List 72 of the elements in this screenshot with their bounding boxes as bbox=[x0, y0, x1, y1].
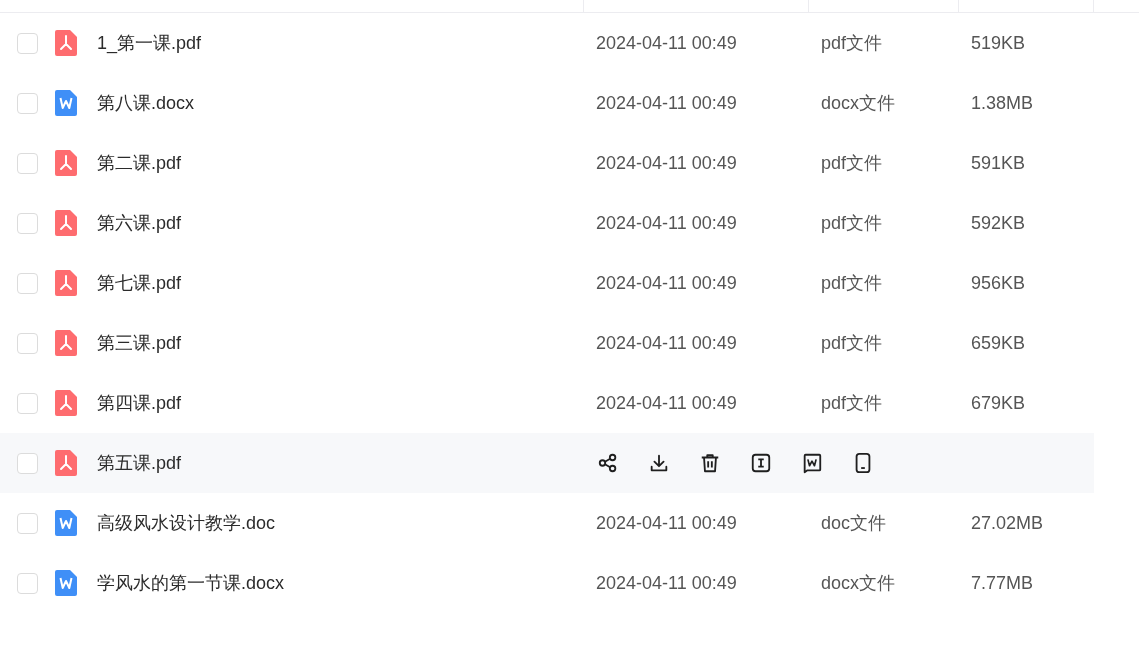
pdf-file-icon bbox=[55, 210, 77, 236]
file-name[interactable]: 第七课.pdf bbox=[97, 271, 182, 295]
type-cell: pdf文件 bbox=[821, 153, 883, 173]
file-row[interactable]: 第五课.pdf bbox=[0, 433, 1094, 493]
size-cell: 592KB bbox=[971, 212, 1026, 233]
file-name[interactable]: 第四课.pdf bbox=[97, 391, 182, 415]
file-name[interactable]: 第五课.pdf bbox=[97, 451, 182, 475]
file-row[interactable]: 第八课.docx 2024-04-11 00:49 docx文件 1.38MB bbox=[0, 73, 1094, 133]
pdf-file-icon bbox=[55, 330, 77, 356]
download-icon[interactable] bbox=[648, 452, 670, 474]
checkbox[interactable] bbox=[17, 212, 38, 234]
file-row[interactable]: 第二课.pdf 2024-04-11 00:49 pdf文件 591KB bbox=[0, 133, 1094, 193]
text-box-icon[interactable] bbox=[750, 452, 772, 474]
date-cell: 2024-04-11 00:49 bbox=[596, 272, 737, 293]
pdf-file-icon bbox=[55, 270, 77, 296]
pdf-file-icon bbox=[55, 30, 77, 56]
file-name[interactable]: 学风水的第一节课.docx bbox=[97, 571, 285, 595]
checkbox[interactable] bbox=[17, 572, 38, 594]
file-row[interactable]: 第四课.pdf 2024-04-11 00:49 pdf文件 679KB bbox=[0, 373, 1094, 433]
share-icon[interactable] bbox=[597, 452, 619, 474]
checkbox[interactable] bbox=[17, 452, 38, 474]
type-cell: pdf文件 bbox=[821, 213, 883, 233]
size-cell: 679KB bbox=[971, 392, 1026, 413]
date-cell: 2024-04-11 00:49 bbox=[596, 212, 737, 233]
date-cell: 2024-04-11 00:49 bbox=[596, 572, 737, 593]
type-cell: pdf文件 bbox=[821, 33, 883, 53]
size-cell: 956KB bbox=[971, 272, 1026, 293]
word-file-icon bbox=[55, 570, 77, 596]
checkbox[interactable] bbox=[17, 92, 38, 114]
checkbox[interactable] bbox=[17, 272, 38, 294]
pdf-file-icon bbox=[55, 390, 77, 416]
file-row[interactable]: 第六课.pdf 2024-04-11 00:49 pdf文件 592KB bbox=[0, 193, 1094, 253]
file-row[interactable]: 1_第一课.pdf 2024-04-11 00:49 pdf文件 519KB bbox=[0, 13, 1094, 73]
file-row[interactable]: 第三课.pdf 2024-04-11 00:49 pdf文件 659KB bbox=[0, 313, 1094, 373]
word-file-icon bbox=[55, 510, 77, 536]
date-cell: 2024-04-11 00:49 bbox=[596, 392, 737, 413]
size-cell: 1.38MB bbox=[971, 92, 1034, 113]
file-name[interactable]: 第二课.pdf bbox=[97, 151, 182, 175]
type-cell: pdf文件 bbox=[821, 273, 883, 293]
checkbox[interactable] bbox=[17, 32, 38, 54]
date-cell: 2024-04-11 00:49 bbox=[596, 512, 737, 533]
checkbox[interactable] bbox=[17, 392, 38, 414]
size-cell: 27.02MB bbox=[971, 512, 1044, 533]
size-cell: 519KB bbox=[971, 32, 1026, 53]
file-row[interactable]: 第七课.pdf 2024-04-11 00:49 pdf文件 956KB bbox=[0, 253, 1094, 313]
checkbox[interactable] bbox=[17, 152, 38, 174]
word-file-icon bbox=[55, 90, 77, 116]
checkbox[interactable] bbox=[17, 512, 38, 534]
type-cell: docx文件 bbox=[821, 93, 896, 113]
size-cell: 591KB bbox=[971, 152, 1026, 173]
delete-icon[interactable] bbox=[699, 452, 721, 474]
type-cell: pdf文件 bbox=[821, 333, 883, 353]
pdf-file-icon bbox=[55, 450, 77, 476]
type-cell: docx文件 bbox=[821, 573, 896, 593]
file-name[interactable]: 1_第一课.pdf bbox=[97, 31, 202, 55]
date-cell: 2024-04-11 00:49 bbox=[596, 152, 737, 173]
date-cell: 2024-04-11 00:49 bbox=[596, 332, 737, 353]
file-name[interactable]: 第三课.pdf bbox=[97, 331, 182, 355]
date-cell: 2024-04-11 00:49 bbox=[596, 32, 737, 53]
type-cell: doc文件 bbox=[821, 513, 887, 533]
file-name[interactable]: 第六课.pdf bbox=[97, 211, 182, 235]
checkbox[interactable] bbox=[17, 332, 38, 354]
date-cell: 2024-04-11 00:49 bbox=[596, 92, 737, 113]
pdf-file-icon bbox=[55, 150, 77, 176]
size-cell: 659KB bbox=[971, 332, 1026, 353]
file-row[interactable]: 高级风水设计教学.doc 2024-04-11 00:49 doc文件 27.02MB bbox=[0, 493, 1094, 553]
file-name[interactable]: 高级风水设计教学.doc bbox=[97, 511, 276, 535]
file-name[interactable]: 第八课.docx bbox=[97, 91, 195, 115]
size-cell: 7.77MB bbox=[971, 572, 1034, 593]
type-cell: pdf文件 bbox=[821, 393, 883, 413]
word-convert-icon[interactable] bbox=[801, 452, 823, 474]
file-row[interactable]: 学风水的第一节课.docx 2024-04-11 00:49 docx文件 7.77MB bbox=[0, 553, 1094, 613]
